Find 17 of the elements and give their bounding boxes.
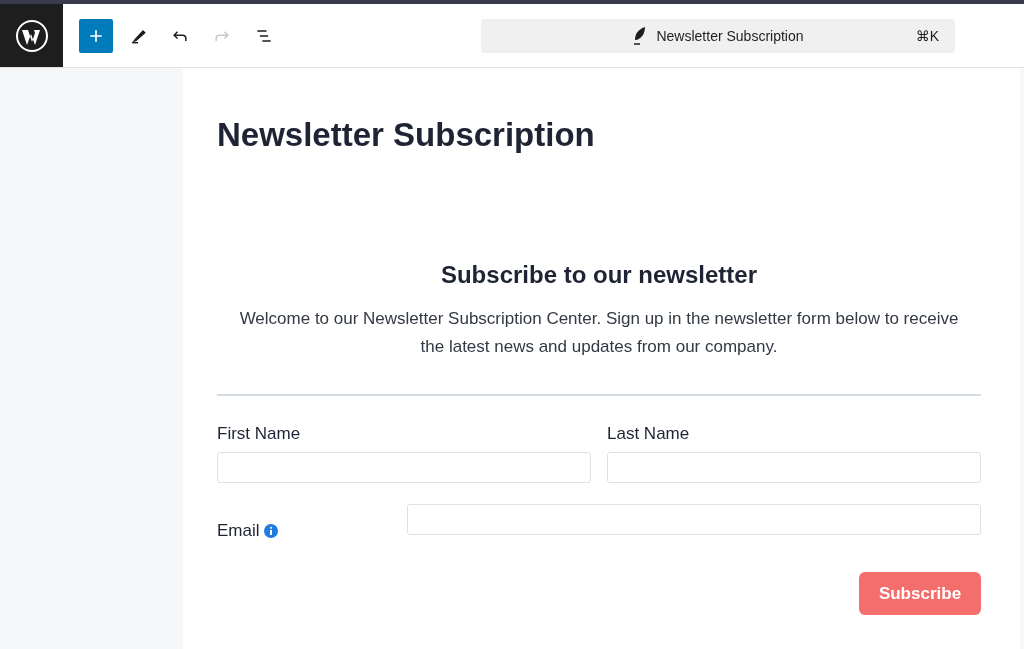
command-bar[interactable]: Newsletter Subscription ⌘K [481, 18, 955, 53]
info-icon[interactable] [263, 524, 278, 538]
form-description: Welcome to our Newsletter Subscription Center. Sign up in the newsletter form below to receive the latest news and updates from our company. [238, 308, 960, 358]
text-field[interactable] [607, 452, 981, 483]
field-label: Email [217, 521, 260, 541]
page-title: Newsletter Subscription [217, 116, 596, 154]
feather-icon [632, 25, 647, 46]
text-field[interactable] [217, 452, 591, 483]
add-block-button[interactable] [79, 18, 113, 53]
wordpress-icon [14, 18, 49, 53]
email-field[interactable] [407, 504, 981, 535]
form-heading: Subscribe to our newsletter [439, 261, 759, 289]
wordpress-logo[interactable] [0, 4, 63, 67]
shortcut-hint: ⌘K [915, 27, 939, 44]
field-label: Last Name [607, 424, 691, 444]
document-title: Newsletter Subscription [656, 27, 804, 44]
field-label: First Name [217, 424, 302, 444]
